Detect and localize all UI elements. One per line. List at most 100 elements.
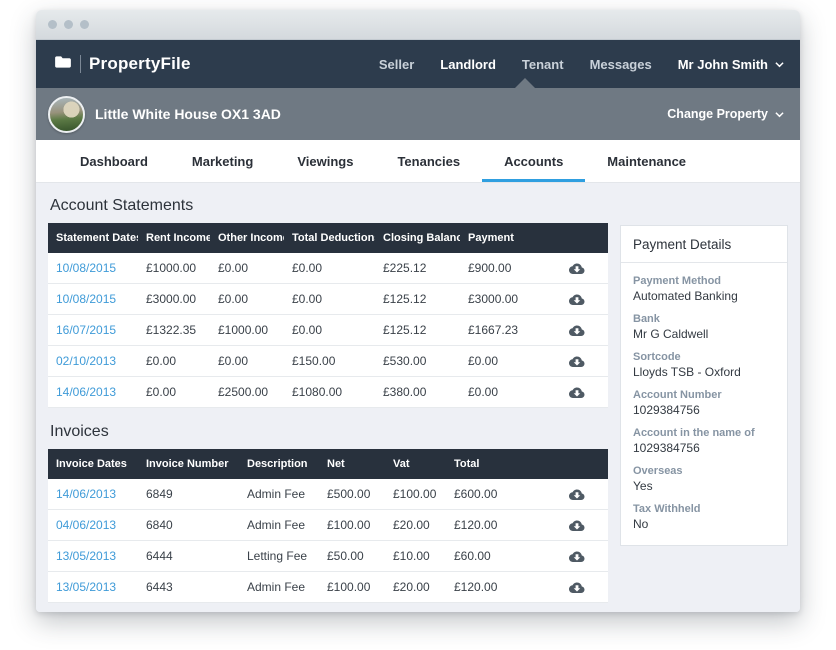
statement-date-link[interactable]: 10/08/2015 — [56, 292, 116, 306]
field-value: Lloyds TSB - Oxford — [633, 365, 775, 379]
total-deductions-value: £0.00 — [284, 261, 375, 275]
rent-income-value: £1000.00 — [138, 261, 210, 275]
net-value: £100.00 — [319, 580, 385, 594]
invoice-number-value: 6443 — [138, 580, 239, 594]
statement-date-link[interactable]: 02/10/2013 — [56, 354, 116, 368]
invoices-header-row: Invoice Dates Invoice Number Description… — [48, 449, 608, 479]
invoice-row: 04/06/2013 6840 Admin Fee £100.00 £20.00… — [48, 510, 608, 541]
col-total-deductions: Total Deductions — [284, 232, 375, 244]
rent-income-value: £0.00 — [138, 385, 210, 399]
invoice-date-link[interactable]: 13/05/2013 — [56, 580, 116, 594]
rent-income-value: £0.00 — [138, 354, 210, 368]
closing-balance-value: £125.12 — [375, 323, 460, 337]
description-value: Admin Fee — [239, 518, 319, 532]
col-total: Total — [446, 458, 519, 470]
statement-date-link[interactable]: 14/06/2013 — [56, 385, 116, 399]
download-statement-button[interactable] — [567, 322, 586, 339]
col-invoice-dates: Invoice Dates — [48, 458, 138, 470]
main-column: Account Statements Statement Dates Rent … — [48, 197, 608, 612]
statement-row: 10/08/2015 £1000.00 £0.00 £0.00 £225.12 … — [48, 253, 608, 284]
tab-maintenance[interactable]: Maintenance — [585, 140, 708, 182]
field-value: Mr G Caldwell — [633, 327, 775, 341]
other-income-value: £0.00 — [210, 354, 284, 368]
download-invoice-button[interactable] — [567, 517, 586, 534]
other-income-value: £2500.00 — [210, 385, 284, 399]
description-value: Admin Fee — [239, 580, 319, 594]
invoice-number-value: 6840 — [138, 518, 239, 532]
download-statement-button[interactable] — [567, 353, 586, 370]
payment-details-body: Payment Method Automated Banking Bank Mr… — [621, 263, 787, 545]
tab-dashboard[interactable]: Dashboard — [58, 140, 170, 182]
nav-item-messages[interactable]: Messages — [590, 57, 652, 72]
statement-date-link[interactable]: 10/08/2015 — [56, 261, 116, 275]
tab-viewings[interactable]: Viewings — [275, 140, 375, 182]
download-invoice-button[interactable] — [567, 486, 586, 503]
description-value: Admin Fee — [239, 487, 319, 501]
payment-field: Account Number 1029384756 — [633, 389, 775, 417]
tab-marketing[interactable]: Marketing — [170, 140, 275, 182]
window-control-dot[interactable] — [48, 20, 57, 29]
window-control-dot[interactable] — [64, 20, 73, 29]
vat-value: £10.00 — [385, 549, 446, 563]
invoice-row: 13/05/2013 6443 Admin Fee £100.00 £20.00… — [48, 572, 608, 603]
property-title: Little White House OX1 3AD — [95, 106, 281, 122]
nav-item-landlord[interactable]: Landlord — [440, 57, 496, 72]
col-description: Description — [239, 458, 319, 470]
download-invoice-button[interactable] — [567, 579, 586, 596]
property-thumbnail[interactable] — [48, 96, 85, 133]
user-name: Mr John Smith — [678, 57, 768, 72]
brand-logo[interactable]: PropertyFile — [54, 54, 191, 74]
download-statement-button[interactable] — [567, 260, 586, 277]
payment-value: £900.00 — [460, 261, 528, 275]
window-control-dot[interactable] — [80, 20, 89, 29]
statement-date-link[interactable]: 16/07/2015 — [56, 323, 116, 337]
field-label: Tax Withheld — [633, 503, 775, 515]
user-menu[interactable]: Mr John Smith — [678, 57, 784, 72]
field-value: 1029384756 — [633, 441, 775, 455]
side-column: Payment Details Payment Method Automated… — [620, 197, 788, 612]
tab-accounts[interactable]: Accounts — [482, 140, 585, 182]
vat-value: £20.00 — [385, 580, 446, 594]
net-value: £500.00 — [319, 487, 385, 501]
change-property-button[interactable]: Change Property — [667, 107, 784, 121]
page: PropertyFile Seller Landlord Tenant Mess… — [0, 0, 836, 650]
invoices-heading: Invoices — [50, 423, 608, 441]
closing-balance-value: £225.12 — [375, 261, 460, 275]
payment-field: Bank Mr G Caldwell — [633, 313, 775, 341]
download-statement-button[interactable] — [567, 291, 586, 308]
field-value: Yes — [633, 479, 775, 493]
closing-balance-value: £125.12 — [375, 292, 460, 306]
invoice-date-link[interactable]: 13/05/2013 — [56, 549, 116, 563]
chevron-down-icon — [775, 110, 784, 119]
app-header: PropertyFile Seller Landlord Tenant Mess… — [36, 40, 800, 88]
payment-value: £1667.23 — [460, 323, 528, 337]
invoice-date-link[interactable]: 14/06/2013 — [56, 487, 116, 501]
payment-field: Payment Method Automated Banking — [633, 275, 775, 303]
download-statement-button[interactable] — [567, 384, 586, 401]
col-payment: Payment — [460, 232, 528, 244]
field-value: No — [633, 517, 775, 531]
statement-row: 14/06/2013 £0.00 £2500.00 £1080.00 £380.… — [48, 377, 608, 408]
total-value: £60.00 — [446, 549, 519, 563]
invoice-number-value: 6849 — [138, 487, 239, 501]
payment-details-panel: Payment Details Payment Method Automated… — [620, 225, 788, 546]
property-bar: Little White House OX1 3AD Change Proper… — [36, 88, 800, 140]
invoice-date-link[interactable]: 04/06/2013 — [56, 518, 116, 532]
download-invoice-button[interactable] — [567, 548, 586, 565]
total-deductions-value: £150.00 — [284, 354, 375, 368]
col-vat: Vat — [385, 458, 446, 470]
nav-item-tenant[interactable]: Tenant — [522, 57, 564, 72]
payment-value: £3000.00 — [460, 292, 528, 306]
account-statements-table: Statement Dates Rent Income Other Income… — [48, 223, 608, 408]
closing-balance-value: £530.00 — [375, 354, 460, 368]
field-label: Payment Method — [633, 275, 775, 287]
tab-tenancies[interactable]: Tenancies — [375, 140, 482, 182]
field-value: Automated Banking — [633, 289, 775, 303]
content-area: Account Statements Statement Dates Rent … — [36, 183, 800, 612]
total-deductions-value: £0.00 — [284, 292, 375, 306]
nav-item-seller[interactable]: Seller — [379, 57, 414, 72]
section-tabs: Dashboard Marketing Viewings Tenancies A… — [36, 140, 800, 183]
field-label: Sortcode — [633, 351, 775, 363]
other-income-value: £0.00 — [210, 292, 284, 306]
logo-divider — [80, 55, 81, 73]
